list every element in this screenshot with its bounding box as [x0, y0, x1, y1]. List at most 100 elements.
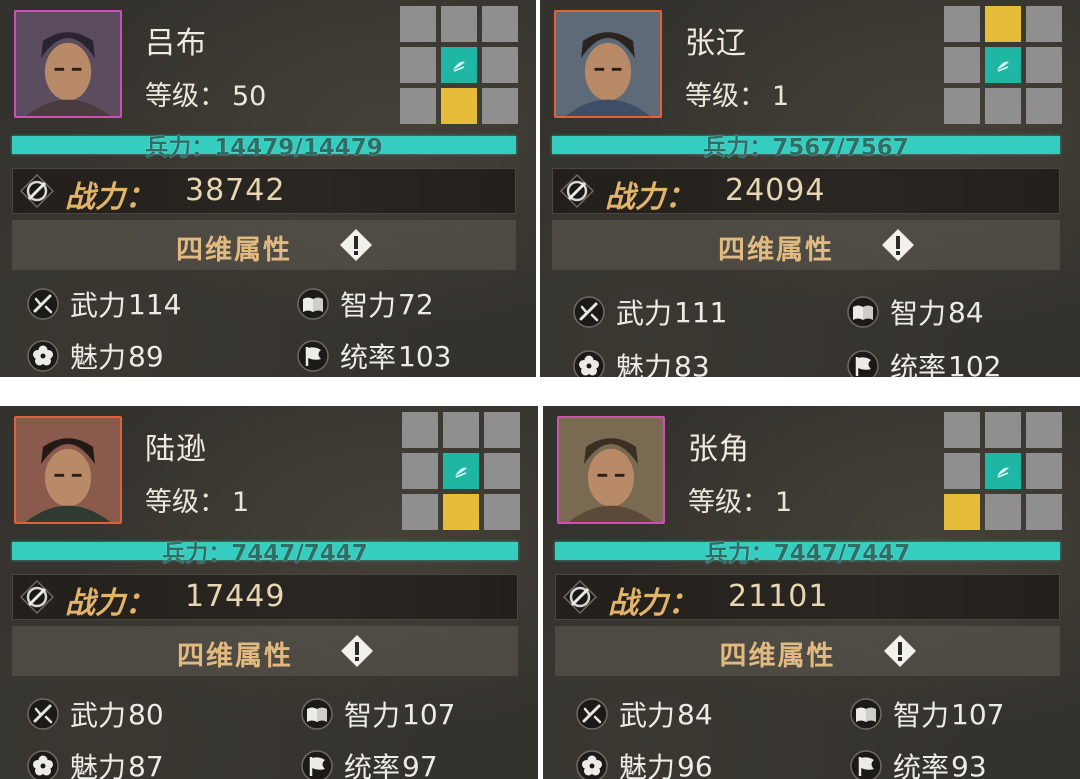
attributes-header[interactable]: 四维属性 [552, 220, 1060, 270]
troops-label: 兵力： [703, 135, 773, 161]
crossed-swords-icon [559, 173, 595, 209]
formation-cell[interactable] [1026, 412, 1062, 448]
formation-cell[interactable] [985, 88, 1021, 124]
troops-value: 7447/7447 [231, 541, 368, 567]
formation-cell-hero[interactable] [443, 453, 479, 489]
troops-text: 兵力：7447/7447 [555, 534, 1060, 568]
formation-cell[interactable] [1026, 88, 1062, 124]
attributes-header[interactable]: 四维属性 [12, 220, 516, 270]
formation-cell[interactable] [400, 6, 436, 42]
hero-name: 吕布 [145, 26, 207, 61]
warning-diamond-icon[interactable] [881, 228, 915, 262]
formation-cell[interactable] [1026, 47, 1062, 83]
formation-cell-highlight[interactable] [441, 88, 477, 124]
level-label: 等级： [145, 487, 226, 518]
attributes-header-label: 四维属性 [718, 235, 834, 266]
stat-intelligence: 智力 84 [846, 292, 984, 332]
hero-portrait[interactable] [14, 10, 122, 118]
hero-name: 张辽 [685, 26, 747, 61]
formation-cell[interactable] [441, 6, 477, 42]
formation-cell[interactable] [402, 412, 438, 448]
stat-intelligence: 智力 72 [296, 284, 434, 324]
hero-card[interactable]: 张辽 等级： 1 兵力：7567/7567 战力： 24094 四维属性 武力 11… [540, 0, 1080, 377]
formation-cell-hero[interactable] [985, 453, 1021, 489]
hero-marker-icon [996, 466, 1010, 478]
hero-card[interactable]: 陆逊 等级： 1 兵力：7447/7447 战力： 17449 四维属性 武力 80… [0, 406, 538, 779]
formation-cell[interactable] [985, 494, 1021, 530]
warning-diamond-icon[interactable] [340, 634, 374, 668]
formation-cell[interactable] [482, 6, 518, 42]
formation-cell[interactable] [944, 88, 980, 124]
formation-cell[interactable] [482, 88, 518, 124]
hero-portrait[interactable] [554, 10, 662, 118]
hero-card[interactable]: 吕布 等级： 50 兵力：14479/14479 战力： 38742 四维属性 武… [0, 0, 536, 377]
crossed-swords-icon [19, 579, 55, 615]
formation-cell[interactable] [944, 6, 980, 42]
hero-marker-icon [996, 60, 1010, 72]
hero-name: 陆逊 [145, 432, 207, 467]
warning-diamond-icon[interactable] [339, 228, 373, 262]
stat-charm: 魅力 87 [26, 746, 164, 779]
portrait-image [559, 418, 663, 522]
formation-cell[interactable] [484, 412, 520, 448]
troops-text: 兵力：7567/7567 [552, 128, 1060, 162]
formation-cell-highlight[interactable] [443, 494, 479, 530]
formation-cell[interactable] [944, 412, 980, 448]
formation-cell[interactable] [985, 412, 1021, 448]
combat-power-panel: 战力： 17449 [12, 574, 518, 621]
formation-cell[interactable] [1026, 6, 1062, 42]
formation-cell-highlight[interactable] [985, 6, 1021, 42]
formation-cell[interactable] [443, 412, 479, 448]
crossed-swords-icon [562, 579, 598, 615]
warning-diamond-icon[interactable] [883, 634, 917, 668]
formation-cell[interactable] [400, 88, 436, 124]
sword-icon [26, 287, 60, 321]
hero-portrait[interactable] [14, 416, 122, 524]
formation-cell[interactable] [1026, 453, 1062, 489]
formation-cell-highlight[interactable] [944, 494, 980, 530]
flower-icon [27, 340, 59, 372]
formation-cell[interactable] [944, 453, 980, 489]
hero-portrait[interactable] [557, 416, 665, 524]
sword-icon [575, 697, 609, 731]
formation-cell[interactable] [402, 453, 438, 489]
formation-grid[interactable] [944, 412, 1062, 530]
book-icon [301, 698, 333, 730]
hero-level: 等级： 1 [145, 480, 255, 519]
formation-grid[interactable] [400, 6, 518, 124]
intelligence-label: 智力 [893, 699, 950, 732]
crossed-swords-icon [19, 173, 55, 209]
portrait-image [16, 12, 120, 116]
banner-icon [849, 749, 883, 779]
portrait-image [556, 12, 660, 116]
formation-cell[interactable] [944, 47, 980, 83]
hero-card[interactable]: 张角 等级： 1 兵力：7447/7447 战力： 21101 四维属性 武力 84… [543, 406, 1080, 779]
charm-label: 魅力 [616, 351, 673, 377]
charm-label: 魅力 [70, 341, 127, 374]
formation-grid[interactable] [402, 412, 520, 530]
formation-cell-hero[interactable] [985, 47, 1021, 83]
hero-level: 等级： 1 [688, 480, 798, 519]
intelligence-value: 72 [398, 287, 434, 321]
formation-cell-hero[interactable] [441, 47, 477, 83]
book-icon [850, 698, 882, 730]
formation-cell[interactable] [482, 47, 518, 83]
formation-cell[interactable] [484, 494, 520, 530]
troops-label: 兵力： [162, 541, 232, 567]
formation-cell[interactable] [402, 494, 438, 530]
formation-cell[interactable] [1026, 494, 1062, 530]
formation-grid[interactable] [944, 6, 1062, 124]
troops-bar: 兵力：7447/7447 [12, 541, 518, 567]
stat-force: 武力 84 [575, 694, 713, 734]
command-value: 97 [402, 749, 438, 779]
power-value: 38742 [185, 173, 286, 208]
formation-cell[interactable] [400, 47, 436, 83]
flower-icon [576, 750, 608, 779]
formation-cell[interactable] [484, 453, 520, 489]
attributes-header-label: 四维属性 [176, 235, 292, 266]
command-value: 103 [398, 339, 452, 373]
attributes-header[interactable]: 四维属性 [12, 626, 518, 676]
force-label: 武力 [70, 289, 127, 322]
attributes-header[interactable]: 四维属性 [555, 626, 1060, 676]
hero-name: 张角 [688, 432, 750, 467]
